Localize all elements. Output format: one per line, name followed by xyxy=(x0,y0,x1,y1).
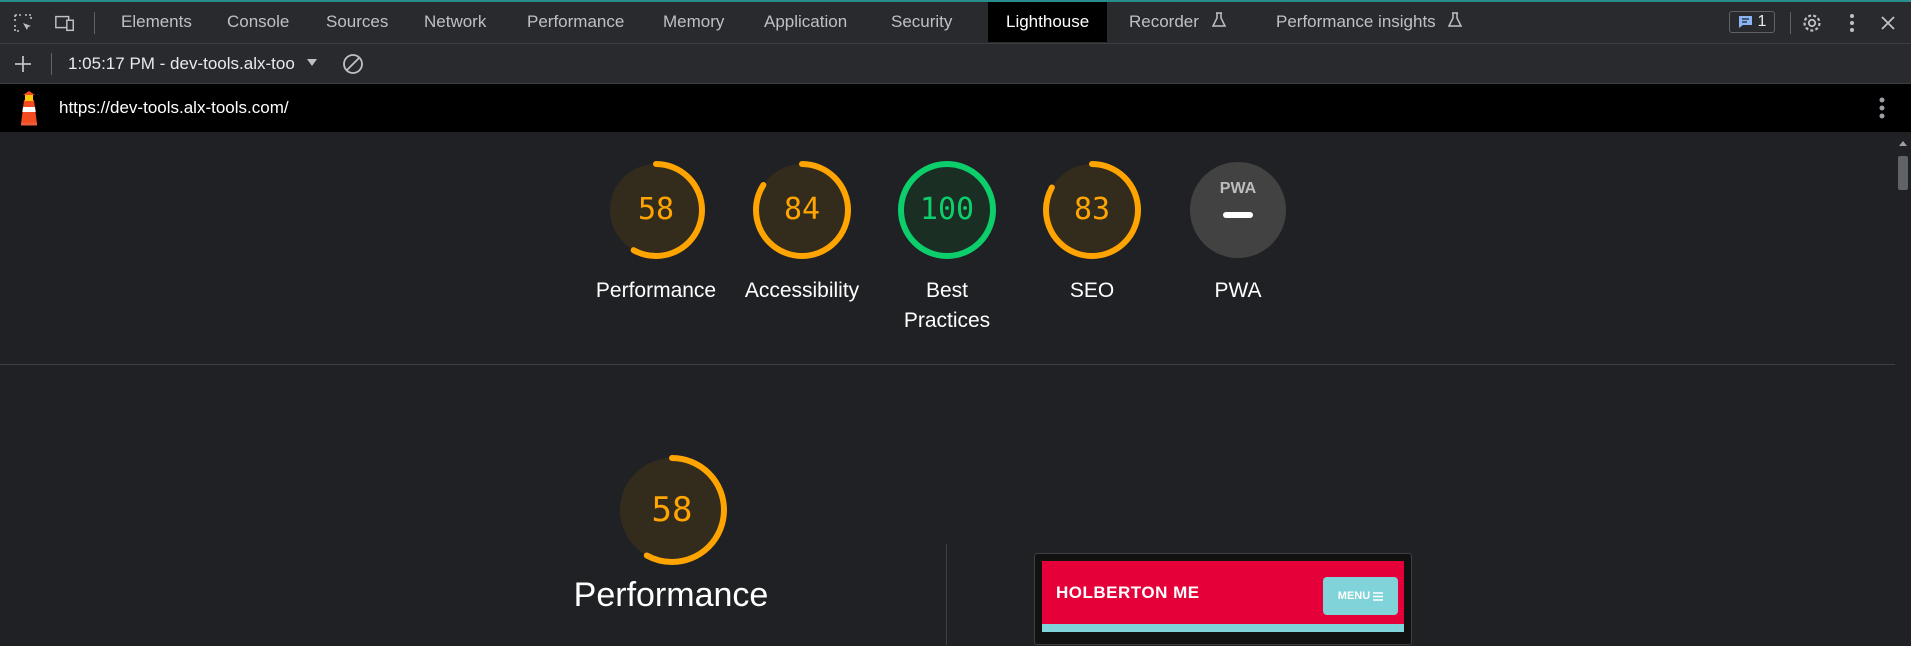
report-menu-icon[interactable] xyxy=(1878,96,1886,125)
tab-network[interactable]: Network xyxy=(424,2,486,42)
scroll-up-arrow-icon[interactable] xyxy=(1895,136,1911,150)
gauge-label: Accessibility xyxy=(744,279,860,302)
screenshot-site-brand: HOLBERTON ME xyxy=(1056,583,1200,602)
report-url[interactable]: https://dev-tools.alx-tools.com/ xyxy=(59,84,289,132)
scrollbar-thumb[interactable] xyxy=(1898,156,1908,190)
tab-memory[interactable]: Memory xyxy=(663,2,724,42)
tab-performance[interactable]: Performance xyxy=(527,2,624,42)
gauge-performance[interactable]: 58 Performance xyxy=(583,160,729,306)
new-report-plus-icon[interactable] xyxy=(12,53,34,75)
settings-gear-icon[interactable] xyxy=(1801,12,1823,34)
hamburger-icon xyxy=(1373,591,1384,601)
tab-lighthouse[interactable]: Lighthouse xyxy=(988,2,1108,42)
inspect-element-icon[interactable] xyxy=(12,12,34,34)
screenshot-menu-label: MENU xyxy=(1337,590,1371,602)
clear-all-icon[interactable] xyxy=(342,53,364,75)
tab-performance-insights[interactable]: Performance insights xyxy=(1276,2,1464,42)
gauge-score: 84 xyxy=(783,192,821,227)
chevron-down-icon xyxy=(306,59,317,66)
devtools-tab-bar: Elements Console Sources Network Perform… xyxy=(0,2,1911,44)
gauge-ring: PWA xyxy=(1188,160,1288,260)
report-url-bar: https://dev-tools.alx-tools.com/ xyxy=(0,84,1911,132)
gauge-label: SEO xyxy=(1069,279,1115,302)
report-selector-label: 1:05:17 PM - dev-tools.alx-too xyxy=(68,54,295,73)
experiment-flask-icon xyxy=(1211,12,1226,27)
gauge-accessibility[interactable]: 84 Accessibility xyxy=(729,160,875,306)
issues-count: 1 xyxy=(1757,13,1767,30)
tab-recorder-label: Recorder xyxy=(1129,12,1199,31)
tab-security[interactable]: Security xyxy=(891,2,952,42)
gauge-ring: 84 xyxy=(752,160,852,260)
gauge-label: PWA xyxy=(1214,279,1262,302)
more-options-icon[interactable] xyxy=(1841,12,1863,34)
report-selector[interactable]: 1:05:17 PM - dev-tools.alx-too xyxy=(68,44,318,84)
gauge-pwa[interactable]: PWA PWA xyxy=(1165,160,1311,306)
divider xyxy=(1790,12,1791,34)
report-scrollbar[interactable] xyxy=(1895,132,1911,646)
tab-application[interactable]: Application xyxy=(764,2,847,42)
screenshot-site-header: HOLBERTON ME MENU xyxy=(1042,561,1404,624)
final-screenshot-thumbnail[interactable]: HOLBERTON ME MENU xyxy=(1034,553,1412,645)
performance-score: 58 xyxy=(651,490,693,530)
divider xyxy=(94,12,95,34)
gauge-ring: 83 xyxy=(1042,160,1142,260)
score-gauges: 58 Performance 84 Accessibility 100 Best… xyxy=(0,132,1911,365)
performance-category-title: Performance xyxy=(573,576,769,614)
gauge-score: 83 xyxy=(1073,192,1111,227)
pwa-badge-text: PWA xyxy=(1220,180,1257,197)
gauge-ring: 100 xyxy=(897,160,997,260)
issues-badge[interactable]: 1 xyxy=(1729,11,1775,33)
tab-recorder[interactable]: Recorder xyxy=(1129,2,1228,42)
gauge-seo[interactable]: 83 SEO xyxy=(1019,160,1165,306)
gauge-score: 58 xyxy=(637,192,675,227)
screenshot-site-strip xyxy=(1042,624,1404,632)
gauge-ring: 58 xyxy=(606,160,706,260)
gauge-best-practices[interactable]: 100 Best Practices xyxy=(874,160,1020,336)
gauge-label: Best Practices xyxy=(903,279,991,332)
divider xyxy=(51,53,52,75)
section-divider xyxy=(946,544,947,645)
lighthouse-report: 58 Performance 84 Accessibility 100 Best… xyxy=(0,132,1911,646)
device-toolbar-icon[interactable] xyxy=(54,12,76,34)
tab-performance-insights-label: Performance insights xyxy=(1276,12,1436,31)
gauge-label: Performance xyxy=(595,279,717,302)
tab-console[interactable]: Console xyxy=(227,2,289,42)
lighthouse-toolbar: 1:05:17 PM - dev-tools.alx-too xyxy=(0,44,1911,84)
tab-elements[interactable]: Elements xyxy=(121,2,192,42)
experiment-flask-icon xyxy=(1448,12,1463,27)
screenshot-menu-button: MENU xyxy=(1323,577,1398,615)
lighthouse-logo-icon xyxy=(16,90,42,126)
tab-sources[interactable]: Sources xyxy=(326,2,388,42)
message-icon xyxy=(1738,16,1752,28)
performance-category-gauge[interactable]: 58 xyxy=(616,454,728,566)
gauge-score: 100 xyxy=(919,192,975,227)
close-devtools-icon[interactable] xyxy=(1877,12,1899,34)
